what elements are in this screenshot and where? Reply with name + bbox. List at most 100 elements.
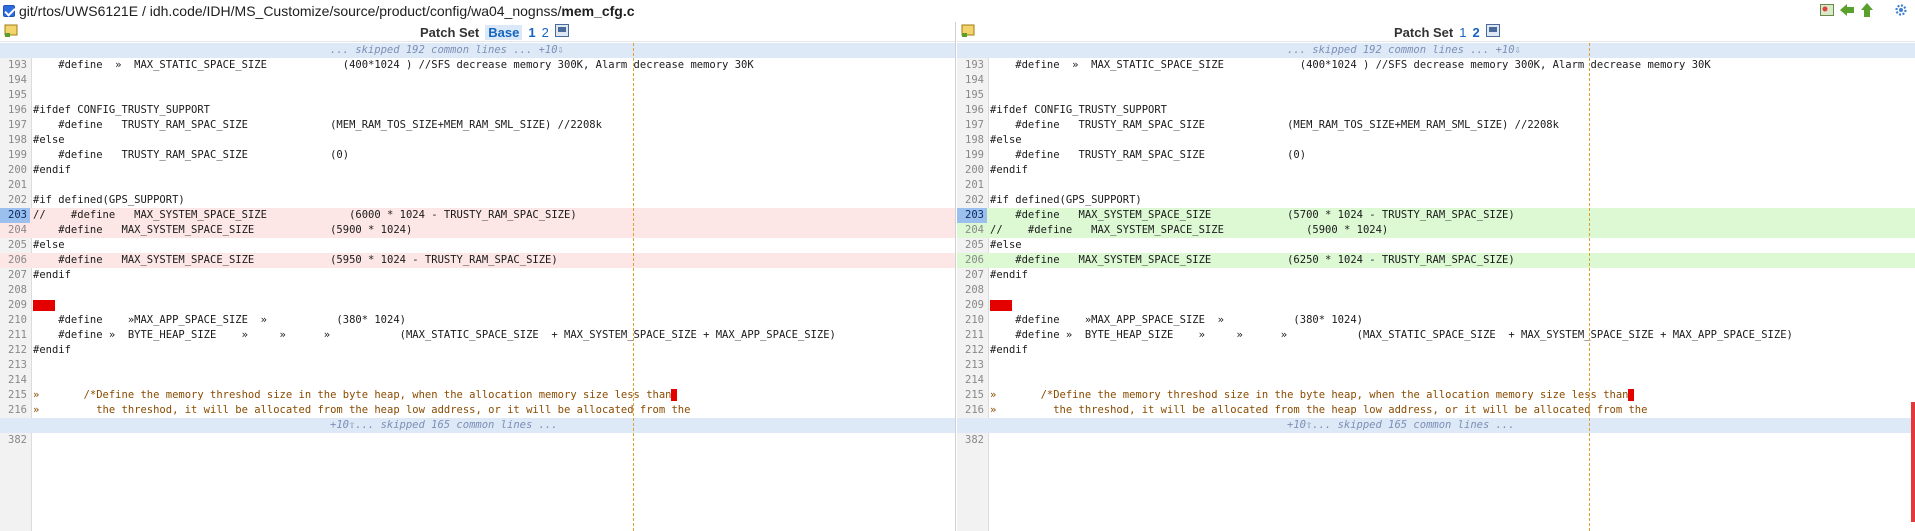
skipped-lines-text[interactable]: +10⇧... skipped 165 common lines ... [0, 418, 955, 433]
line-number[interactable]: 198 [0, 133, 30, 148]
code-line: 204 #define MAX_SYSTEM_SPACE_SIZE (5900 … [0, 223, 955, 238]
download-icon[interactable] [1485, 24, 1500, 40]
line-number[interactable]: 199 [0, 148, 30, 163]
line-number[interactable]: 203 [957, 208, 987, 223]
line-number[interactable]: 204 [0, 223, 30, 238]
code-line: 208 [957, 283, 1915, 298]
patchset-1-link[interactable]: 1 [1459, 25, 1466, 40]
line-number[interactable]: 382 [957, 433, 987, 448]
file-path-bar: git/rtos/UWS6121E / idh.code/IDH/MS_Cust… [0, 0, 1915, 22]
line-number[interactable]: 195 [0, 88, 30, 103]
file-comment-icon[interactable] [961, 24, 977, 38]
line-number[interactable]: 201 [957, 178, 987, 193]
line-number[interactable]: 208 [957, 283, 987, 298]
code-line: 201 [0, 178, 955, 193]
code-line: 214 [957, 373, 1915, 388]
line-code: #define » MAX_STATIC_SPACE_SIZE (400*102… [990, 59, 1711, 71]
line-number[interactable]: 216 [0, 403, 30, 418]
line-code: #define »MAX_APP_SPACE_SIZE » (380* 1024… [990, 314, 1363, 326]
line-number[interactable]: 212 [957, 343, 987, 358]
line-number[interactable]: 197 [0, 118, 30, 133]
skipped-lines-text[interactable]: ... skipped 192 common lines ... +10⇩ [957, 43, 1915, 58]
gear-icon[interactable] [1893, 2, 1909, 18]
line-code: #if defined(GPS_SUPPORT) [990, 194, 1142, 206]
line-number[interactable]: 207 [957, 268, 987, 283]
line-number[interactable]: 194 [957, 73, 987, 88]
code-line: 382 [957, 433, 1915, 448]
line-number[interactable]: 195 [957, 88, 987, 103]
download-icon[interactable] [554, 24, 569, 40]
line-number[interactable]: 199 [957, 148, 987, 163]
left-pane: Patch Set Base 1 2 ... skipped 192 commo… [0, 22, 956, 531]
skipped-lines-bar[interactable]: +10⇧... skipped 165 common lines ... [957, 418, 1915, 433]
line-number[interactable]: 210 [0, 313, 30, 328]
file-reviewed-checkbox[interactable] [3, 5, 15, 17]
line-number[interactable]: 196 [0, 103, 30, 118]
line-number[interactable]: 214 [0, 373, 30, 388]
line-code: #define TRUSTY_RAM_SPAC_SIZE (MEM_RAM_TO… [990, 119, 1559, 131]
patchset-2-link[interactable]: 2 [1472, 25, 1479, 40]
line-number[interactable]: 382 [0, 433, 30, 448]
line-number[interactable]: 204 [957, 223, 987, 238]
line-number[interactable]: 216 [957, 403, 987, 418]
code-line: 207 #endif [957, 268, 1915, 283]
file-path-prefix: git/rtos/UWS6121E / idh.code/IDH/MS_Cust… [19, 3, 562, 19]
line-code [33, 298, 955, 313]
skipped-lines-bar[interactable]: ... skipped 192 common lines ... +10⇩ [0, 43, 955, 58]
line-number[interactable]: 205 [0, 238, 30, 253]
line-code [990, 298, 1915, 313]
line-code: #endif [33, 164, 71, 176]
line-number[interactable]: 206 [957, 253, 987, 268]
file-name: mem_cfg.c [561, 3, 635, 19]
right-code-area[interactable]: ... skipped 192 common lines ... +10⇩ 193… [957, 43, 1915, 531]
line-number[interactable]: 211 [0, 328, 30, 343]
line-number[interactable]: 212 [0, 343, 30, 358]
skipped-lines-bar[interactable]: ... skipped 192 common lines ... +10⇩ [957, 43, 1915, 58]
skipped-lines-bar[interactable]: +10⇧... skipped 165 common lines ... [0, 418, 955, 433]
line-number[interactable]: 209 [957, 298, 987, 313]
line-code: » /*Define the memory threshod size in t… [990, 388, 1915, 403]
line-number[interactable]: 196 [957, 103, 987, 118]
line-number[interactable]: 194 [0, 73, 30, 88]
code-line: 210 #define »MAX_APP_SPACE_SIZE » (380* … [957, 313, 1915, 328]
line-number[interactable]: 203 [0, 208, 30, 223]
line-number[interactable]: 213 [957, 358, 987, 373]
line-number[interactable]: 206 [0, 253, 30, 268]
line-number[interactable]: 215 [957, 388, 987, 403]
line-number[interactable]: 200 [0, 163, 30, 178]
left-code-area[interactable]: ... skipped 192 common lines ... +10⇩ 193… [0, 43, 955, 531]
code-line: 203 #define MAX_SYSTEM_SPACE_SIZE (5700 … [957, 208, 1915, 223]
skipped-lines-text[interactable]: ... skipped 192 common lines ... +10⇩ [0, 43, 955, 58]
skipped-lines-text[interactable]: +10⇧... skipped 165 common lines ... [957, 418, 1915, 433]
line-number[interactable]: 197 [957, 118, 987, 133]
patchset-2-link[interactable]: 2 [542, 25, 549, 40]
arrow-up-icon[interactable] [1859, 2, 1875, 18]
code-line: 211 #define » BYTE_HEAP_SIZE » » » (MAX_… [0, 328, 955, 343]
line-number[interactable]: 198 [957, 133, 987, 148]
image-icon[interactable] [1819, 2, 1835, 18]
line-number[interactable]: 200 [957, 163, 987, 178]
scrollbar-diff-marker[interactable] [1911, 402, 1915, 522]
line-number[interactable]: 209 [0, 298, 30, 313]
code-line: 208 [0, 283, 955, 298]
line-number[interactable]: 214 [957, 373, 987, 388]
line-number[interactable]: 208 [0, 283, 30, 298]
file-comment-icon[interactable] [4, 24, 20, 38]
right-lines: ... skipped 192 common lines ... +10⇩ 193… [957, 43, 1915, 448]
line-number[interactable]: 215 [0, 388, 30, 403]
line-number[interactable]: 205 [957, 238, 987, 253]
patchset-base-link[interactable]: Base [485, 24, 523, 40]
line-number[interactable]: 207 [0, 268, 30, 283]
line-number[interactable]: 211 [957, 328, 987, 343]
arrow-left-icon[interactable] [1839, 2, 1855, 18]
code-line: 193 #define » MAX_STATIC_SPACE_SIZE (400… [0, 58, 955, 73]
patchset-1-link[interactable]: 1 [528, 25, 535, 40]
line-number[interactable]: 213 [0, 358, 30, 373]
line-number[interactable]: 202 [957, 193, 987, 208]
code-line: 199 #define TRUSTY_RAM_SPAC_SIZE (0) [0, 148, 955, 163]
line-number[interactable]: 210 [957, 313, 987, 328]
line-number[interactable]: 193 [0, 58, 30, 73]
line-number[interactable]: 202 [0, 193, 30, 208]
line-number[interactable]: 193 [957, 58, 987, 73]
line-number[interactable]: 201 [0, 178, 30, 193]
